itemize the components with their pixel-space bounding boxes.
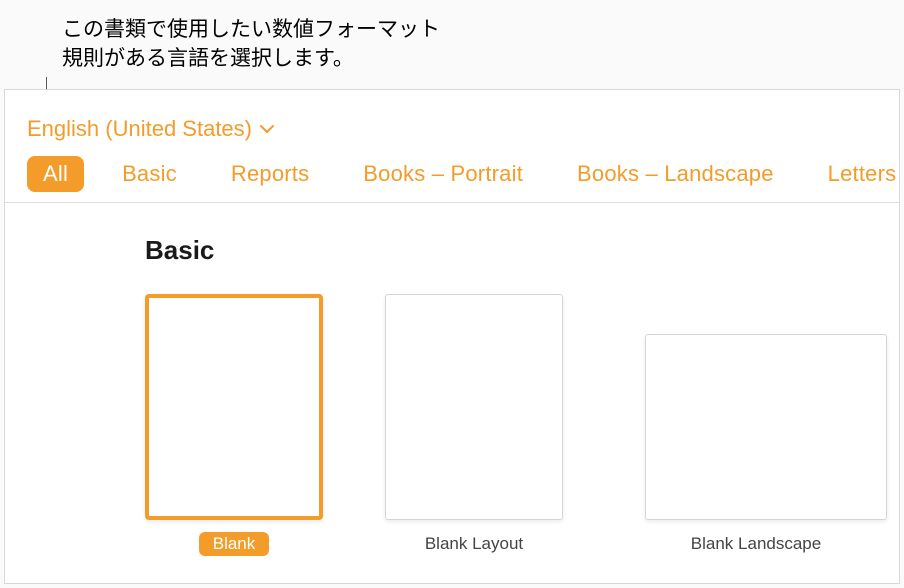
category-tabs: All Basic Reports Books – Portrait Books…	[5, 156, 899, 203]
section-title: Basic	[145, 235, 899, 266]
tab-basic[interactable]: Basic	[106, 156, 193, 192]
template-blank-landscape[interactable]: Blank Landscape	[625, 334, 887, 556]
template-thumbnail	[645, 334, 887, 520]
template-label: Blank Layout	[411, 532, 537, 556]
tab-letters[interactable]: Letters	[812, 156, 899, 192]
tab-books-portrait[interactable]: Books – Portrait	[347, 156, 539, 192]
tab-all[interactable]: All	[27, 156, 84, 192]
template-label: Blank	[199, 532, 270, 556]
templates-content: Basic Blank Blank Layout Blank Landscape	[5, 203, 899, 556]
chevron-down-icon	[260, 125, 274, 133]
annotation-text: この書類で使用したい数値フォーマット 規則がある言語を選択します。	[62, 15, 440, 74]
annotation-line-2: 規則がある言語を選択します。	[62, 44, 440, 73]
template-blank[interactable]: Blank	[145, 294, 323, 556]
template-chooser: English (United States) All Basic Report…	[4, 89, 900, 584]
template-thumbnail	[385, 294, 563, 520]
language-dropdown[interactable]: English (United States)	[5, 90, 899, 156]
template-label: Blank Landscape	[677, 532, 835, 556]
template-blank-layout[interactable]: Blank Layout	[385, 294, 563, 556]
annotation-line-1: この書類で使用したい数値フォーマット	[62, 15, 440, 44]
tab-reports[interactable]: Reports	[215, 156, 325, 192]
tab-books-landscape[interactable]: Books – Landscape	[561, 156, 790, 192]
language-label: English (United States)	[27, 116, 252, 142]
template-thumbnail	[145, 294, 323, 520]
templates-row: Blank Blank Layout Blank Landscape	[145, 294, 899, 556]
